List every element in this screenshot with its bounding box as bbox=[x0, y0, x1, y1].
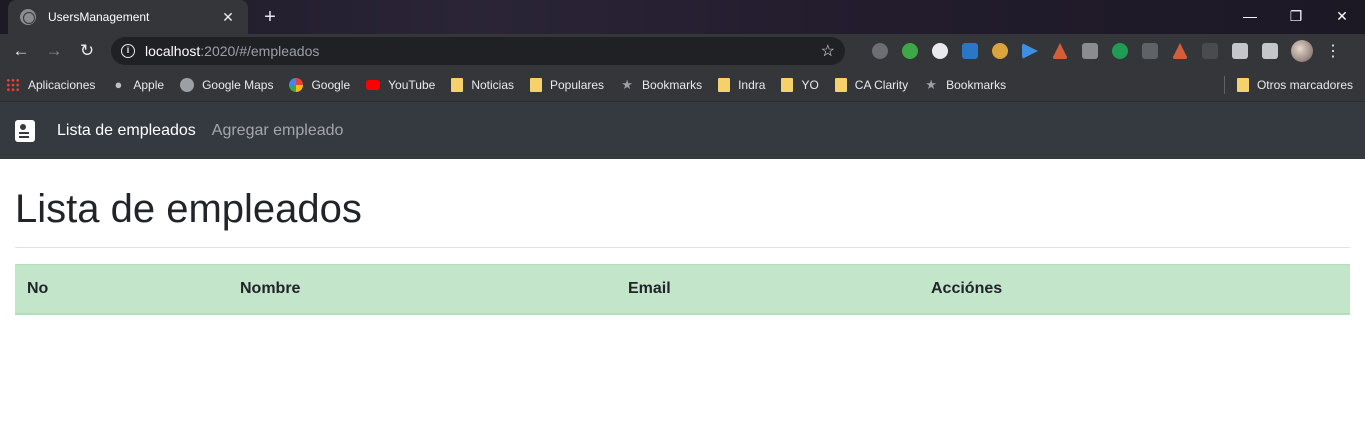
nav-agregar-empleado[interactable]: Agregar empleado bbox=[212, 122, 344, 140]
bookmarks-bar: Aplicaciones ● Apple Google Maps Google … bbox=[0, 68, 1365, 102]
tab-title: UsersManagement bbox=[48, 10, 150, 24]
url-path: :2020/#/empleados bbox=[200, 43, 320, 59]
page-title: Lista de empleados bbox=[15, 187, 362, 231]
bookmark-populares[interactable]: Populares bbox=[530, 77, 605, 92]
bookmark-label: Apple bbox=[133, 77, 165, 92]
bookmark-google-maps[interactable]: Google Maps bbox=[180, 77, 274, 92]
column-header-email: Email bbox=[616, 264, 919, 315]
bookmark-label: Bookmarks bbox=[642, 77, 703, 92]
folder-icon bbox=[781, 77, 794, 92]
url-host: localhost bbox=[145, 43, 201, 59]
bookmark-aplicaciones[interactable]: Aplicaciones bbox=[6, 77, 96, 92]
table-header-row: No Nombre Email Acciónes bbox=[15, 264, 1350, 315]
bookmark-label: Google bbox=[311, 77, 351, 92]
ext-grid-icon[interactable] bbox=[1142, 43, 1158, 59]
ext-green-icon[interactable] bbox=[1112, 43, 1128, 59]
column-header-acciones: Acciónes bbox=[919, 264, 1350, 315]
adobe-icon[interactable] bbox=[1052, 43, 1068, 59]
browser-toolbar: ← → ↻ i localhost:2020/#/empleados ☆ ⋮ bbox=[0, 34, 1365, 68]
bookmark-bookmarks[interactable]: ★ Bookmarks bbox=[620, 76, 703, 92]
folder-icon bbox=[834, 77, 847, 92]
bookmark-label: Indra bbox=[738, 77, 766, 92]
pushbullet-icon[interactable] bbox=[902, 43, 918, 59]
table-header: No Nombre Email Acciónes bbox=[15, 264, 1350, 315]
bookmark-apple[interactable]: ● Apple bbox=[111, 76, 165, 92]
bookmark-youtube[interactable]: YouTube bbox=[366, 78, 435, 92]
profile-avatar[interactable] bbox=[1291, 40, 1313, 62]
media-icon[interactable] bbox=[1262, 43, 1278, 59]
address-bar[interactable]: i localhost:2020/#/empleados ☆ bbox=[111, 37, 845, 65]
bookmark-bookmarks-2[interactable]: ★ Bookmarks bbox=[924, 76, 1007, 92]
uipath-icon[interactable] bbox=[962, 43, 978, 59]
ext-icon[interactable] bbox=[932, 43, 948, 59]
extensions-bar: ⋮ bbox=[865, 40, 1341, 62]
contact-card-icon[interactable] bbox=[15, 119, 35, 142]
ext-search-icon[interactable] bbox=[992, 43, 1008, 59]
apps-icon bbox=[6, 77, 20, 92]
star-icon: ★ bbox=[925, 76, 937, 92]
tab-strip: UsersManagement ✕ + — ❐ ✕ bbox=[0, 0, 1365, 34]
column-header-nombre: Nombre bbox=[228, 264, 616, 315]
column-header-no: No bbox=[15, 264, 228, 315]
bookmarks-divider bbox=[1223, 75, 1225, 94]
new-tab-button[interactable]: + bbox=[258, 5, 282, 29]
bookmark-label: Aplicaciones bbox=[28, 77, 96, 92]
globe-icon bbox=[180, 77, 195, 92]
back-button[interactable]: ← bbox=[8, 38, 34, 64]
bookmark-ca-clarity[interactable]: CA Clarity bbox=[834, 77, 909, 92]
bookmark-label: Google Maps bbox=[202, 77, 274, 92]
bookmark-label: YO bbox=[801, 77, 819, 92]
bookmark-label: CA Clarity bbox=[854, 77, 909, 92]
bookmark-label: YouTube bbox=[388, 77, 436, 92]
ext-play-icon[interactable] bbox=[1022, 43, 1038, 59]
minimize-button[interactable]: — bbox=[1227, 0, 1273, 32]
info-icon[interactable]: i bbox=[121, 44, 135, 58]
bookmark-otros-marcadores[interactable]: Otros marcadores bbox=[1236, 77, 1353, 92]
bookmark-label: Otros marcadores bbox=[1256, 77, 1353, 92]
app-navbar: Lista de empleados Agregar empleado bbox=[0, 102, 1365, 159]
bookmark-google[interactable]: Google bbox=[289, 77, 351, 92]
close-tab-icon[interactable]: ✕ bbox=[220, 9, 236, 26]
globe-icon bbox=[20, 9, 36, 25]
nav-lista-empleados[interactable]: Lista de empleados bbox=[57, 122, 196, 140]
bookmark-label: Bookmarks bbox=[946, 77, 1007, 92]
bookmark-label: Noticias bbox=[471, 77, 514, 92]
browser-tab[interactable]: UsersManagement ✕ bbox=[8, 0, 248, 34]
lastpass-icon[interactable] bbox=[872, 43, 888, 59]
ext-gray-icon[interactable] bbox=[1082, 43, 1098, 59]
star-icon: ★ bbox=[621, 76, 633, 92]
puzzle-icon[interactable] bbox=[1232, 43, 1248, 59]
bookmark-yo[interactable]: YO bbox=[781, 77, 819, 92]
restore-button[interactable]: ❐ bbox=[1273, 0, 1319, 32]
folder-icon bbox=[1236, 77, 1249, 92]
apple-icon: ● bbox=[114, 76, 123, 92]
bookmark-label: Populares bbox=[550, 77, 605, 92]
google-icon bbox=[289, 77, 304, 92]
youtube-icon bbox=[366, 79, 381, 90]
close-window-button[interactable]: ✕ bbox=[1319, 0, 1365, 32]
forward-button[interactable]: → bbox=[41, 38, 67, 64]
main-content: Lista de empleados No Nombre Email Acció… bbox=[0, 185, 1365, 315]
bookmark-star-icon[interactable]: ☆ bbox=[821, 41, 835, 61]
folder-icon bbox=[451, 77, 464, 92]
divider bbox=[15, 247, 1350, 248]
ext-brackets-icon[interactable] bbox=[1202, 43, 1218, 59]
acrobat-icon[interactable] bbox=[1172, 43, 1188, 59]
menu-icon[interactable]: ⋮ bbox=[1325, 41, 1341, 61]
reload-button[interactable]: ↻ bbox=[74, 38, 100, 64]
folder-icon bbox=[530, 77, 542, 92]
bookmark-noticias[interactable]: Noticias bbox=[451, 77, 514, 92]
browser-chrome: UsersManagement ✕ + — ❐ ✕ ← → ↻ i localh… bbox=[0, 0, 1365, 102]
window-controls: — ❐ ✕ bbox=[1227, 0, 1365, 32]
folder-icon bbox=[718, 77, 731, 92]
bookmark-indra[interactable]: Indra bbox=[718, 77, 766, 92]
employees-table: No Nombre Email Acciónes bbox=[15, 264, 1350, 315]
